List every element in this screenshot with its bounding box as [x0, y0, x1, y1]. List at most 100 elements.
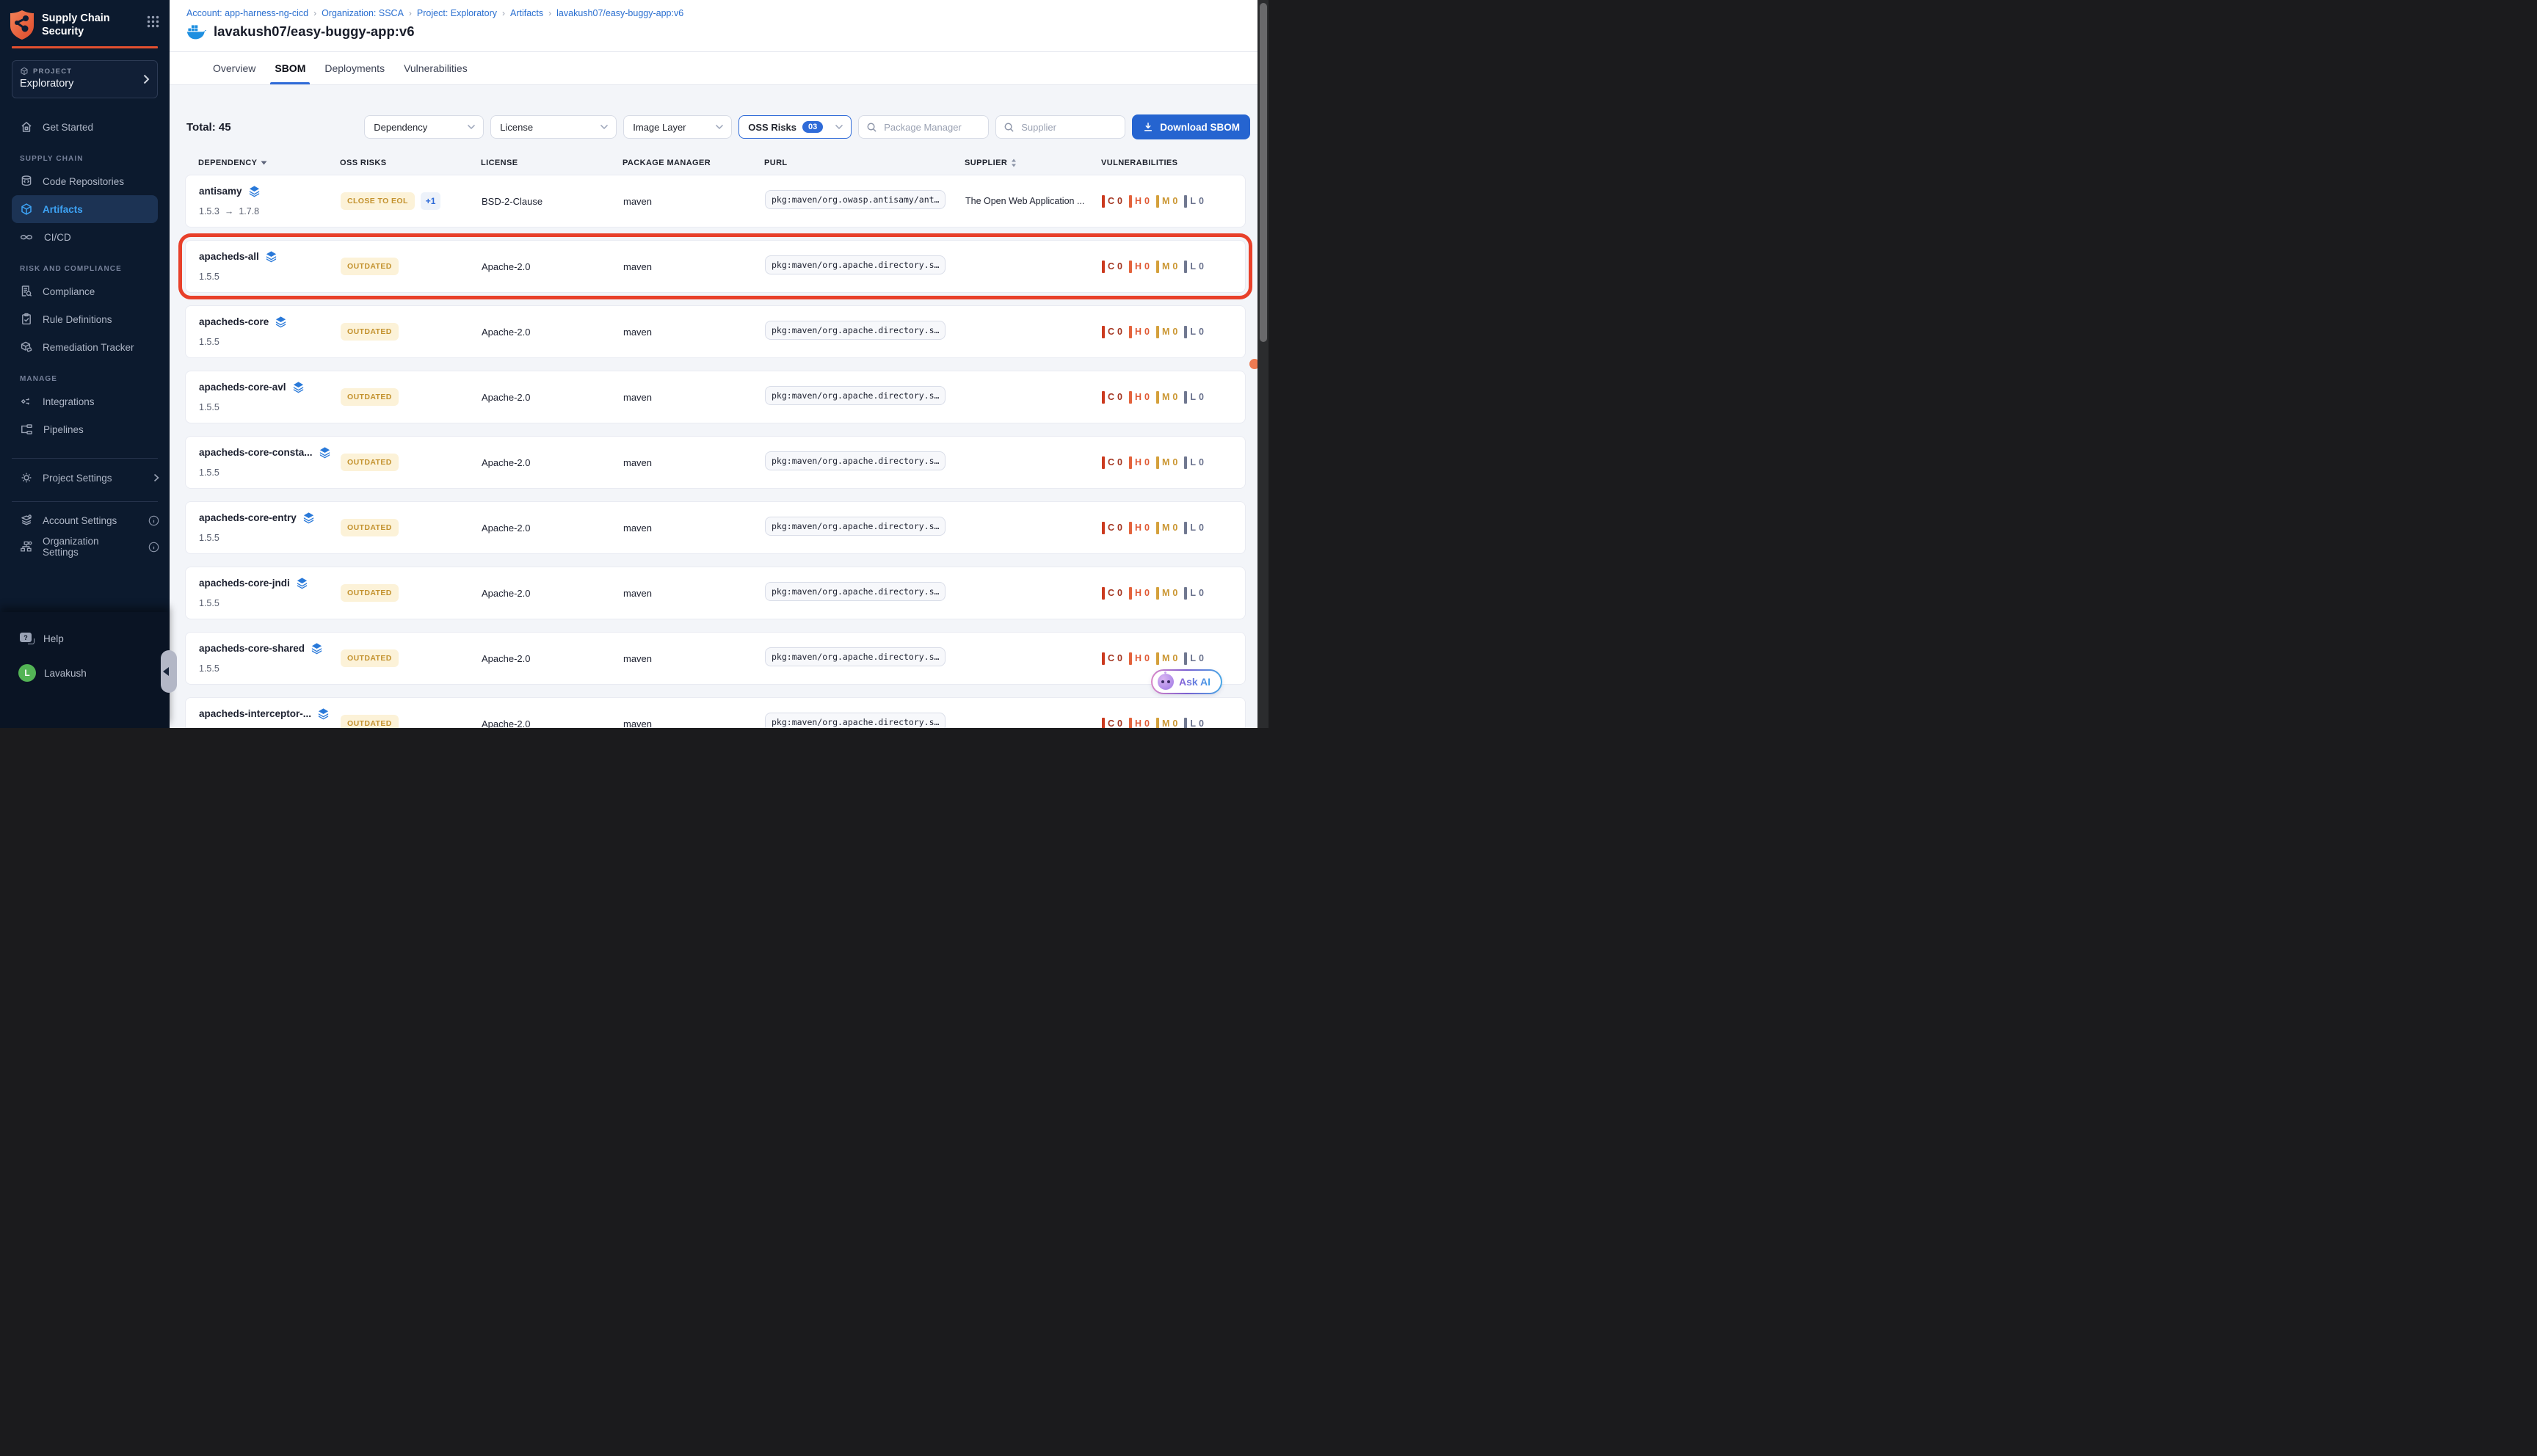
medium-count: M0	[1156, 261, 1177, 273]
user-menu[interactable]: L Lavakush	[0, 660, 170, 685]
risk-badges: OUTDATED	[341, 258, 482, 275]
dependency-filter-select[interactable]: Dependency	[364, 115, 484, 139]
purl-pill[interactable]: pkg:maven/org.apache.directory.s…	[765, 517, 946, 536]
purl-pill[interactable]: pkg:maven/org.apache.directory.s…	[765, 451, 946, 470]
purl-pill[interactable]: pkg:maven/org.apache.directory.s…	[765, 255, 946, 274]
layers-icon	[265, 250, 277, 263]
layers-icon	[302, 512, 315, 524]
layers-icon	[275, 316, 287, 328]
table-row[interactable]: apacheds-interceptor-... 1.5.5 → OUTDATE…	[185, 697, 1246, 728]
purl-pill[interactable]: pkg:maven/org.apache.directory.s…	[765, 647, 946, 666]
table-row[interactable]: apacheds-core-entry 1.5.5 → OUTDATED Apa…	[185, 501, 1246, 554]
tab-deployments[interactable]: Deployments	[324, 52, 385, 84]
package-manager-cell: maven	[623, 588, 765, 599]
purl-pill[interactable]: pkg:maven/org.apache.directory.s…	[765, 713, 946, 729]
license-filter-select[interactable]: License	[490, 115, 617, 139]
help-button[interactable]: ? Help	[0, 627, 170, 650]
tab-overview[interactable]: Overview	[213, 52, 255, 84]
sidebar-item-compliance[interactable]: Compliance	[0, 277, 170, 305]
table-row[interactable]: apacheds-core-consta... 1.5.5 → OUTDATED…	[185, 436, 1246, 489]
medium-count: M0	[1156, 522, 1177, 534]
purl-cell: pkg:maven/org.apache.directory.s…	[765, 713, 965, 729]
project-name: Exploratory	[20, 78, 150, 90]
breadcrumb-link-artifact-name[interactable]: lavakush07/easy-buggy-app:v6	[556, 8, 683, 18]
org-chart-gear-icon	[20, 540, 33, 553]
package-manager-search[interactable]	[858, 115, 989, 139]
table-row[interactable]: antisamy 1.5.3 → 1.7.8 CLOSE TO EOL+1 BS…	[185, 175, 1246, 228]
high-count: H0	[1129, 456, 1150, 469]
supplier-search[interactable]	[995, 115, 1125, 139]
tab-sbom[interactable]: SBOM	[275, 52, 305, 84]
dependency-name: apacheds-core-avl	[199, 382, 286, 393]
purl-pill[interactable]: pkg:maven/org.apache.directory.s…	[765, 582, 946, 601]
sidebar-section-manage: MANAGE	[0, 370, 170, 387]
sidebar-item-artifacts[interactable]: Artifacts	[12, 195, 158, 223]
info-icon	[148, 542, 159, 553]
sidebar-section-supply-chain: SUPPLY CHAIN	[0, 150, 170, 167]
low-count: L0	[1184, 652, 1204, 665]
medium-count: M0	[1156, 718, 1177, 729]
package-manager-cell: maven	[623, 327, 765, 338]
page-scrollbar[interactable]	[1257, 0, 1268, 728]
table-row[interactable]: apacheds-core-jndi 1.5.5 → OUTDATED Apac…	[185, 567, 1246, 619]
collapse-arrow-icon	[163, 667, 169, 676]
low-count: L0	[1184, 718, 1204, 729]
app-switcher-icon[interactable]	[147, 15, 159, 28]
sidebar-item-cicd[interactable]: CI/CD	[0, 223, 170, 251]
sidebar-item-project-settings[interactable]: Project Settings	[0, 465, 170, 491]
ask-ai-button[interactable]: Ask AI	[1151, 669, 1222, 694]
package-manager-cell: maven	[623, 261, 765, 272]
critical-count: C0	[1102, 522, 1122, 534]
sidebar-item-get-started[interactable]: Get Started	[0, 113, 170, 141]
sidebar-item-code-repositories[interactable]: Code Repositories	[0, 167, 170, 195]
table-row[interactable]: apacheds-all 1.5.5 → OUTDATED Apache-2.0…	[185, 240, 1246, 293]
dependency-name: apacheds-core-consta...	[199, 447, 313, 458]
sidebar-item-remediation-tracker[interactable]: Remediation Tracker	[0, 333, 170, 361]
risk-badges: OUTDATED	[341, 323, 482, 341]
table-row[interactable]: apacheds-core-shared 1.5.5 → OUTDATED Ap…	[185, 632, 1246, 685]
project-selector[interactable]: PROJECT Exploratory	[12, 60, 158, 98]
sidebar-item-label: Code Repositories	[43, 176, 124, 187]
sidebar-item-integrations[interactable]: Integrations	[0, 387, 170, 415]
oss-risks-filter-select[interactable]: OSS Risks 03	[738, 115, 852, 139]
column-header-dependency[interactable]: DEPENDENCY	[198, 159, 340, 167]
sidebar: Supply Chain Security PROJECT Explorator…	[0, 0, 170, 728]
purl-pill[interactable]: pkg:maven/org.apache.directory.s…	[765, 386, 946, 405]
breadcrumb-link-project[interactable]: Project: Exploratory	[417, 8, 497, 18]
sidebar-item-account-settings[interactable]: Account Settings	[0, 507, 170, 534]
total-count-label: Total: 45	[186, 121, 231, 134]
sidebar-collapse-handle[interactable]	[161, 650, 177, 693]
tab-vulnerabilities[interactable]: Vulnerabilities	[404, 52, 468, 84]
artifacts-cube-icon	[20, 203, 33, 216]
column-header-supplier[interactable]: SUPPLIER	[965, 159, 1101, 167]
medium-count: M0	[1156, 456, 1177, 469]
breadcrumb-link-account[interactable]: Account: app-harness-ng-cicd	[186, 8, 308, 18]
dependency-name: apacheds-core-jndi	[199, 578, 290, 589]
scrollbar-thumb[interactable]	[1260, 3, 1267, 342]
breadcrumb-link-organization[interactable]: Organization: SSCA	[322, 8, 404, 18]
column-header-vulnerabilities: VULNERABILITIES	[1101, 159, 1246, 167]
image-layer-filter-select[interactable]: Image Layer	[623, 115, 732, 139]
medium-count: M0	[1156, 391, 1177, 404]
purl-pill[interactable]: pkg:maven/org.owasp.antisamy/ant…	[765, 190, 946, 209]
table-row[interactable]: apacheds-core-avl 1.5.5 → OUTDATED Apach…	[185, 371, 1246, 423]
dependency-version: 1.5.5 →	[199, 467, 219, 478]
purl-pill[interactable]: pkg:maven/org.apache.directory.s…	[765, 321, 946, 340]
chevron-down-icon	[600, 124, 609, 130]
search-icon	[866, 122, 877, 133]
dependency-name: apacheds-core-entry	[199, 512, 297, 523]
dependency-version: 1.5.5 →	[199, 663, 219, 674]
sidebar-item-organization-settings[interactable]: Organization Settings	[0, 534, 170, 560]
sidebar-item-rule-definitions[interactable]: Rule Definitions	[0, 305, 170, 333]
package-manager-search-input[interactable]	[882, 121, 981, 134]
supplier-cell: The Open Web Application ...	[965, 196, 1102, 206]
settings-item-label: Account Settings	[43, 515, 117, 526]
cicd-infinity-icon	[20, 230, 35, 244]
table-row[interactable]: apacheds-core 1.5.5 → OUTDATED Apache-2.…	[185, 305, 1246, 358]
download-sbom-button[interactable]: Download SBOM	[1132, 114, 1250, 139]
breadcrumb-link-artifacts[interactable]: Artifacts	[510, 8, 543, 18]
sidebar-item-label: Remediation Tracker	[43, 342, 134, 353]
vulnerabilities-cell: C0 H0 M0 L0	[1102, 326, 1245, 338]
sidebar-item-pipelines[interactable]: Pipelines	[0, 415, 170, 443]
supplier-search-input[interactable]	[1020, 121, 1117, 134]
